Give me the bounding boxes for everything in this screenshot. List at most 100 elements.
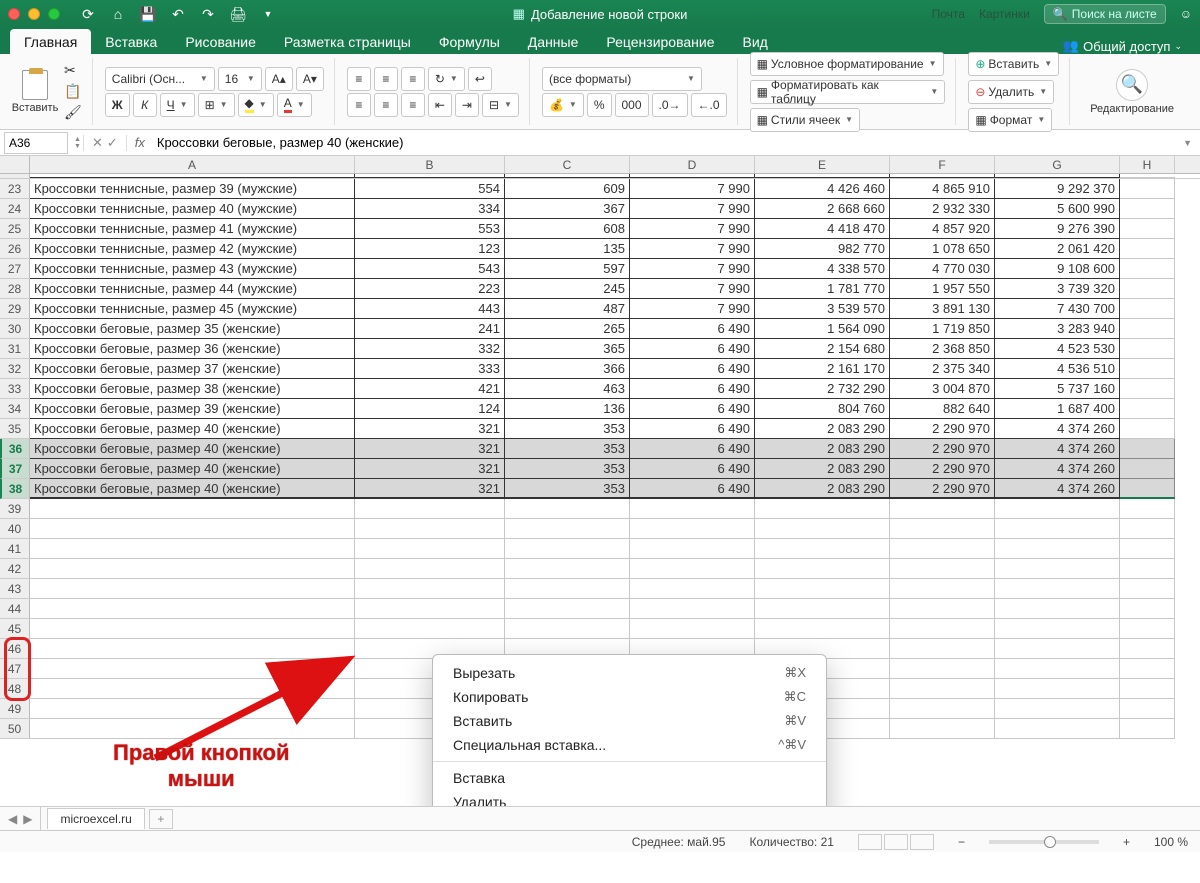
cell[interactable] <box>1120 179 1175 199</box>
table-row[interactable] <box>30 499 1200 519</box>
row-header[interactable]: 40 <box>0 519 30 539</box>
maximize-window-button[interactable] <box>48 8 60 20</box>
ribbon-tab-Рисование[interactable]: Рисование <box>171 29 270 54</box>
cell[interactable] <box>1120 499 1175 519</box>
cell[interactable] <box>355 559 505 579</box>
cell[interactable] <box>355 599 505 619</box>
row-header[interactable]: 44 <box>0 599 30 619</box>
cell[interactable] <box>30 499 355 519</box>
merge-cells-icon[interactable]: ⊟▼ <box>482 93 519 117</box>
cell[interactable] <box>30 579 355 599</box>
row-header[interactable]: 30 <box>0 319 30 339</box>
cell[interactable] <box>995 519 1120 539</box>
cell[interactable] <box>1120 679 1175 699</box>
cell[interactable] <box>1120 659 1175 679</box>
cancel-formula-icon[interactable]: ✕ <box>92 135 103 151</box>
orientation-icon[interactable]: ↻▼ <box>428 67 465 91</box>
cell[interactable] <box>1120 359 1175 379</box>
page-break-view-icon[interactable] <box>910 834 934 850</box>
cell[interactable]: 608 <box>505 219 630 239</box>
table-row[interactable] <box>30 559 1200 579</box>
save-icon[interactable]: 💾 <box>136 4 160 24</box>
cell[interactable]: 321 <box>355 479 505 499</box>
cell[interactable]: Кроссовки беговые, размер 40 (женские) <box>30 419 355 439</box>
context-menu-item[interactable]: Копировать⌘C <box>433 685 826 709</box>
align-bottom-icon[interactable]: ≡ <box>401 67 425 91</box>
align-center-icon[interactable]: ≡ <box>374 93 398 117</box>
cell[interactable]: 367 <box>505 199 630 219</box>
cell[interactable]: 333 <box>355 359 505 379</box>
table-row[interactable]: Кроссовки беговые, размер 40 (женские)32… <box>30 479 1200 499</box>
cell[interactable] <box>505 559 630 579</box>
confirm-formula-icon[interactable]: ✓ <box>107 135 118 151</box>
cell[interactable] <box>890 679 995 699</box>
cell[interactable] <box>995 499 1120 519</box>
cell[interactable]: 3 004 870 <box>890 379 995 399</box>
cell[interactable]: 2 083 290 <box>755 439 890 459</box>
cell[interactable]: 982 770 <box>755 239 890 259</box>
font-name-select[interactable]: Calibri (Осн...▼ <box>105 67 215 91</box>
cell[interactable] <box>1120 279 1175 299</box>
cell[interactable] <box>630 539 755 559</box>
table-row[interactable]: Кроссовки беговые, размер 38 (женские)42… <box>30 379 1200 399</box>
autosave-icon[interactable]: ⟳ <box>76 4 100 24</box>
font-size-select[interactable]: 16▼ <box>218 67 262 91</box>
undo-icon[interactable]: ↶ <box>166 4 190 24</box>
cell[interactable] <box>1120 379 1175 399</box>
row-header[interactable]: 47 <box>0 659 30 679</box>
cell[interactable] <box>995 679 1120 699</box>
cell[interactable] <box>1120 479 1175 499</box>
decrease-indent-icon[interactable]: ⇤ <box>428 93 452 117</box>
select-all-corner[interactable] <box>0 156 30 173</box>
expand-formula-icon[interactable]: ▼ <box>1175 138 1200 148</box>
italic-button[interactable]: К <box>133 93 157 117</box>
cell[interactable] <box>1120 559 1175 579</box>
underline-button[interactable]: Ч▼ <box>160 93 195 117</box>
cell[interactable] <box>1120 319 1175 339</box>
cell[interactable] <box>355 579 505 599</box>
cell[interactable]: Кроссовки беговые, размер 40 (женские) <box>30 479 355 499</box>
name-box[interactable] <box>4 132 68 154</box>
cell[interactable]: 245 <box>505 279 630 299</box>
table-row[interactable]: Кроссовки теннисные, размер 43 (мужские)… <box>30 259 1200 279</box>
cell[interactable]: 3 539 570 <box>755 299 890 319</box>
cell[interactable]: 1 564 090 <box>755 319 890 339</box>
cell[interactable] <box>755 559 890 579</box>
editing-button[interactable]: 🔍 Редактирование <box>1082 64 1182 120</box>
zoom-in-icon[interactable]: + <box>1123 835 1130 849</box>
cell[interactable]: Кроссовки беговые, размер 35 (женские) <box>30 319 355 339</box>
ribbon-tab-Разметка страницы[interactable]: Разметка страницы <box>270 29 425 54</box>
cell[interactable]: 421 <box>355 379 505 399</box>
context-menu-item[interactable]: Вырезать⌘X <box>433 661 826 685</box>
cell[interactable] <box>505 499 630 519</box>
cell[interactable]: 4 374 260 <box>995 419 1120 439</box>
cell[interactable]: 2 368 850 <box>890 339 995 359</box>
cell[interactable] <box>890 639 995 659</box>
cell[interactable] <box>630 579 755 599</box>
cell[interactable]: 321 <box>355 419 505 439</box>
cell[interactable]: 365 <box>505 339 630 359</box>
cell[interactable] <box>1120 239 1175 259</box>
cell[interactable] <box>890 559 995 579</box>
cell[interactable]: 321 <box>355 439 505 459</box>
cell[interactable] <box>890 619 995 639</box>
cell[interactable]: 4 418 470 <box>755 219 890 239</box>
fx-icon[interactable]: fx <box>127 135 153 150</box>
cell[interactable] <box>1120 199 1175 219</box>
cell[interactable]: 136 <box>505 399 630 419</box>
increase-font-icon[interactable]: A▴ <box>265 67 293 91</box>
row-header[interactable]: 38 <box>0 479 30 499</box>
context-menu-item[interactable]: Специальная вставка...^⌘V <box>433 733 826 757</box>
row-header[interactable]: 29 <box>0 299 30 319</box>
increase-indent-icon[interactable]: ⇥ <box>455 93 479 117</box>
cell[interactable]: 334 <box>355 199 505 219</box>
cell[interactable] <box>755 499 890 519</box>
conditional-formatting-button[interactable]: ▦Условное форматирование▼ <box>750 52 944 76</box>
formula-input[interactable] <box>153 135 1175 150</box>
cell[interactable]: 5 600 990 <box>995 199 1120 219</box>
cell[interactable] <box>1120 259 1175 279</box>
table-row[interactable]: Кроссовки беговые, размер 40 (женские)32… <box>30 419 1200 439</box>
cell[interactable] <box>630 559 755 579</box>
menu-pics[interactable]: Картинки <box>979 7 1030 21</box>
ribbon-tab-Рецензирование[interactable]: Рецензирование <box>592 29 728 54</box>
